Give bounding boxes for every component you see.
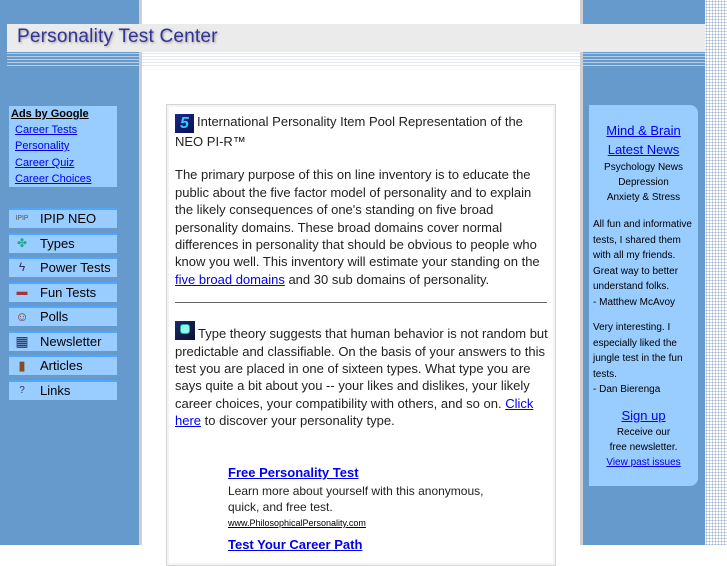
types-description: Type theory suggests that human behavior…	[175, 321, 549, 429]
latest-news-link[interactable]: Latest News	[608, 142, 680, 157]
testimonial: Very interesting. I especially liked the…	[593, 320, 697, 398]
ipip-text: The primary purpose of this on line inve…	[175, 167, 540, 270]
testimonial: All fun and informative tests, I shared …	[593, 217, 697, 310]
ad-link-career-tests[interactable]: Career Tests	[15, 124, 77, 136]
ad-unit: Free Personality Test Learn more about y…	[228, 465, 483, 553]
ad-line: quick, and free test.	[228, 500, 333, 514]
nav-item-newsletter[interactable]: ▦ Newsletter	[9, 331, 117, 351]
dotted-background	[705, 0, 727, 545]
testimonial-line: jungle test in the fun	[593, 353, 683, 364]
site-title[interactable]: Personality Test Center	[17, 26, 218, 48]
testimonial-line: especially liked the	[593, 337, 677, 349]
nav-item-fun-tests[interactable]: ▬ Fun Tests	[9, 282, 117, 302]
ad-link-career-quiz[interactable]: Career Quiz	[15, 157, 74, 169]
nav-item-label: Types	[40, 236, 75, 251]
ipip-icon: IPIP	[15, 215, 29, 222]
nav-item-links[interactable]: ? Links	[9, 380, 117, 400]
ipip-text-after: and 30 sub domains of personality.	[284, 271, 490, 287]
five-broad-domains-link[interactable]: five broad domains	[175, 272, 285, 287]
header-banner: Personality Test Center	[7, 24, 705, 52]
ad-url[interactable]: www.PhilosophicalPersonality.com	[228, 515, 483, 531]
nav-item-label: Polls	[40, 309, 69, 324]
testimonial-line: Great way to better	[593, 265, 679, 277]
articles-icon: ▮	[18, 358, 26, 373]
sign-up-link[interactable]: Sign up	[621, 408, 665, 423]
nav-item-label: Links	[40, 383, 71, 398]
main-content: 5 International Personality Item Pool Rep…	[175, 113, 549, 430]
ad-link-career-choices[interactable]: Career Choices	[15, 173, 91, 185]
type-theory-icon[interactable]	[175, 321, 195, 341]
google-ads-box: Ads by Google Career Tests Personality C…	[9, 106, 117, 187]
ipip-title: International Personality Item Pool Repr…	[175, 114, 523, 149]
news-item[interactable]: Depression	[589, 175, 698, 190]
nav-item-polls[interactable]: ☺ Polls	[9, 306, 117, 326]
nav-item-ipip-neo[interactable]: IPIP IPIP NEO	[9, 208, 117, 228]
ipip-description: The primary purpose of this on line inve…	[175, 166, 549, 288]
view-past-issues-link[interactable]: View past issues	[606, 457, 680, 468]
signup-text: Receive our	[616, 427, 671, 438]
right-sidebar-box: Mind & Brain Latest News Psychology News…	[589, 105, 698, 486]
five-factor-icon[interactable]: 5	[175, 114, 194, 133]
section-divider	[175, 302, 547, 304]
fun-tests-icon: ▬	[16, 286, 28, 298]
types-text-after: to discover your personality type.	[201, 413, 395, 429]
testimonial-line: understand folks.	[593, 281, 670, 292]
testimonial-author: - Dan Bierenga	[593, 384, 661, 395]
people-icon: ☺	[15, 309, 29, 324]
ad-title-link[interactable]: Test Your Career Path	[228, 537, 483, 553]
nav-item-label: Articles	[40, 358, 83, 373]
newsletter-signup: Sign up Receive our free newsletter. Vie…	[589, 408, 698, 470]
testimonial-line: All fun and informative	[593, 219, 692, 230]
testimonial-line: Very interesting. I	[593, 322, 671, 333]
testimonial-line: with all my friends.	[593, 250, 676, 261]
testimonial-line: tests.	[593, 368, 617, 380]
ads-by-google-label[interactable]: Ads by Google	[11, 108, 89, 120]
lightning-icon: ϟ	[18, 260, 26, 274]
testimonial-author: - Matthew McAvoy	[593, 296, 676, 308]
nav-item-articles[interactable]: ▮ Articles	[9, 355, 117, 375]
grid-icon: ▦	[15, 333, 29, 349]
ad-title-link[interactable]: Free Personality Test	[228, 465, 483, 481]
ad-line: Learn more about yourself with this anon…	[228, 484, 484, 498]
nav-item-label: Newsletter	[40, 334, 102, 349]
types-icon: ✤	[16, 236, 28, 250]
left-column-edge	[139, 0, 142, 545]
nav-item-label: IPIP NEO	[40, 211, 97, 226]
ipip-heading: 5 International Personality Item Pool Rep…	[175, 113, 549, 150]
question-icon: ?	[19, 385, 25, 396]
mind-brain-link[interactable]: Mind & Brain	[606, 123, 680, 138]
nav-item-power-tests[interactable]: ϟ Power Tests	[9, 257, 117, 277]
header-stripes-center	[142, 53, 580, 67]
news-item[interactable]: Psychology News	[589, 160, 698, 175]
signup-text: free newsletter.	[609, 442, 678, 453]
types-text: Type theory suggests that human behavior…	[175, 326, 548, 411]
news-item[interactable]: Anxiety & Stress	[589, 190, 698, 205]
nav-item-types[interactable]: ✤ Types	[9, 233, 117, 253]
ad-link-personality[interactable]: Personality	[15, 140, 69, 152]
nav-item-label: Fun Tests	[40, 285, 97, 300]
nav-item-label: Power Tests	[40, 260, 111, 275]
news-section: Mind & Brain Latest News Psychology News…	[589, 122, 698, 205]
testimonial-line: tests, I shared them	[593, 234, 681, 246]
